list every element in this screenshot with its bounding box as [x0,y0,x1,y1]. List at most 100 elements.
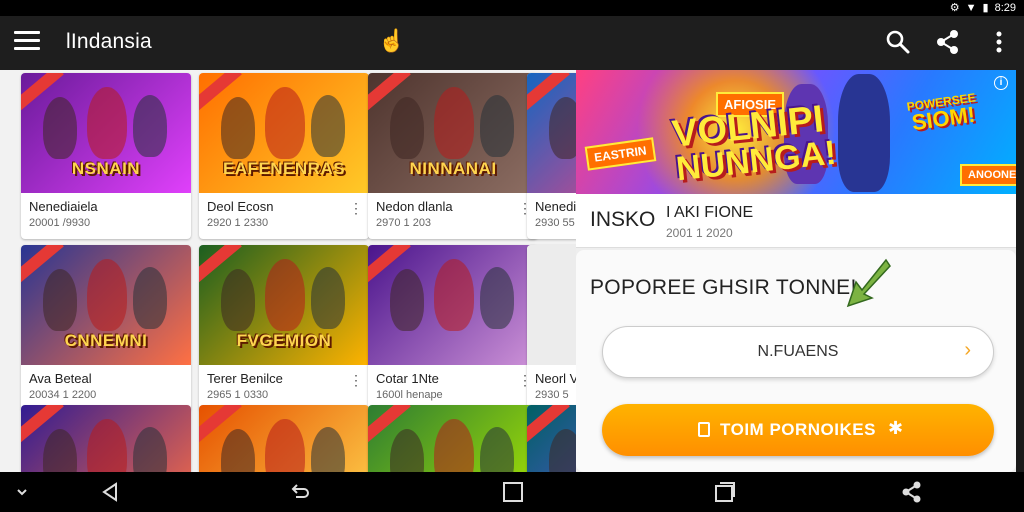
game-name: Nenediaiela [29,199,98,214]
character-figure [43,429,77,472]
character-figure [549,97,578,159]
character-figure [87,87,127,159]
chevron-right-icon: › [964,339,971,361]
game-art-title: NINNANAI [409,159,497,178]
character-figure [390,97,424,159]
character-figure [390,269,424,331]
option-selector[interactable]: N.FUAENS › [602,326,994,378]
system-nav-bar [0,472,1024,512]
hand-pointer-icon[interactable]: ☝ [378,28,405,54]
game-subtitle: 2920 1 2330 [207,217,269,229]
game-art-title: EAFENENRAS [222,159,346,178]
game-name: Terer Benilce [207,371,283,386]
game-thumbnail: FVGEMION [199,245,369,365]
character-figure [480,267,514,329]
status-bar: ⚙ ▼ ▮ 8:29 [0,0,1024,16]
card-more-icon[interactable]: ⋮ [349,201,363,215]
game-thumbnail: NINNANAI [368,73,538,193]
game-art-title: NSNAIN [71,159,141,178]
game-card[interactable]: EAFENENRAS Deol Ecosn 2920 1 2330 ⋮ [199,73,369,239]
game-card-meta: Nenediaiela 20001 /9930 [21,193,191,239]
game-art-title: FVGEMION [236,331,332,350]
recents-icon[interactable] [713,480,737,504]
game-info-bar: INSKO I AKI FIONE 2001 1 2020 [576,194,1016,248]
character-figure [133,267,167,329]
home-icon[interactable] [501,480,525,504]
more-vert-icon[interactable] [985,28,1013,56]
character-figure [434,419,474,472]
game-card[interactable]: Nenedi 2930 55 [527,73,578,239]
cta-button-label: TOIM PORNOIKES [720,420,876,439]
app-title: lIndansia [66,30,152,53]
green-arrow-icon [834,254,894,314]
signal-icon: ▼ [965,1,977,14]
search-icon[interactable] [884,28,912,56]
app-bar: lIndansia ☝ [0,16,1024,70]
feature-banner[interactable]: EASTRIN AFIOSIE VOLNIPI NUNNGA! POWERSEE… [576,70,1016,194]
character-figure [265,87,305,159]
info-icon[interactable]: i [994,76,1008,90]
character-figure [311,267,345,329]
character-figure [221,269,255,331]
character-figure [434,87,474,159]
promo-card: POPOREE GHSIR TONNE! N.FUAENS › TOIM POR… [576,250,1016,472]
game-name: Nedon dlanla [376,199,453,214]
game-card-meta: Deol Ecosn 2920 1 2330 ⋮ [199,193,369,239]
game-thumbnail: EAFENENRAS [199,73,369,193]
game-subtitle: 2970 1 203 [376,217,432,229]
character-figure [311,95,345,157]
character-figure [87,419,127,472]
cta-button[interactable]: TOIM PORNOIKES ✱ [602,404,994,456]
character-figure [133,95,167,157]
game-card[interactable]: NSNAIN Nenediaiela 20001 /9930 [21,73,191,239]
game-thumbnail: GMGMNIA [21,405,191,472]
game-subtitle: 2965 1 0330 [207,389,269,401]
character-figure [43,97,77,159]
game-subtitle: 20001 /9930 [29,217,91,229]
back-icon[interactable] [98,480,122,504]
battery-icon: ▮ [982,2,989,14]
game-card[interactable]: GMGMNIA [21,405,191,472]
detail-panel: EASTRIN AFIOSIE VOLNIPI NUNNGA! POWERSEE… [576,70,1016,472]
game-art-title: CNNEMNI [64,331,148,350]
game-card[interactable] [199,405,369,472]
game-thumbnail: VAYGAUIO [368,405,538,472]
star-badge-icon: ✱ [888,418,904,438]
game-card[interactable]: FVGEMION Terer Benilce 2965 1 0330 ⋮ [199,245,369,411]
game-subtitle: 1600l henape [376,389,443,401]
game-card[interactable]: NINNANAI Nedon dlanla 2970 1 203 ⋮ [368,73,538,239]
game-card[interactable]: Neorl Vy 2930 5 [527,245,578,411]
game-thumbnail [527,73,578,193]
character-figure [87,259,127,331]
menu-icon[interactable] [14,31,40,55]
game-card[interactable] [527,405,578,472]
game-subtitle: 2930 55 [535,217,575,229]
promo-title: POPOREE GHSIR TONNE! [590,276,857,299]
game-grid: NSNAIN Nenediaiela 20001 /9930 EAFENENRAS De… [0,70,578,472]
banner-side-text: POWERSEE SIOM! [906,90,979,135]
game-name: Nenedi [535,199,577,214]
status-icons: ⚙ ▼ ▮ 8:29 [950,1,1016,15]
character-figure [43,269,77,331]
undo-icon[interactable] [288,480,312,504]
game-subtitle: 2930 5 [535,389,569,401]
status-time: 8:29 [994,1,1016,14]
game-subtitle: 20034 1 2200 [29,389,97,401]
character-figure [133,427,167,472]
game-thumbnail [527,245,578,365]
game-card[interactable]: Cotar 1Nte 1600l henape ⋮ [368,245,538,411]
share-icon[interactable] [900,480,924,504]
game-name: Neorl Vy [535,371,578,386]
game-card[interactable]: CNNEMNI Ava Beteal 20034 1 2200 [21,245,191,411]
character-figure [390,429,424,472]
game-info-name: I AKI FIONE [666,204,754,221]
character-figure [480,427,514,472]
game-thumbnail [368,245,538,365]
game-card[interactable]: VAYGAUIO [368,405,538,472]
game-info-title: INSKO [590,208,656,231]
share-icon[interactable] [934,28,962,56]
banner-tag: ANOONE [960,164,1016,186]
game-thumbnail: NSNAIN [21,73,191,193]
card-more-icon[interactable]: ⋮ [349,373,363,387]
chevron-down-icon[interactable] [10,480,34,504]
